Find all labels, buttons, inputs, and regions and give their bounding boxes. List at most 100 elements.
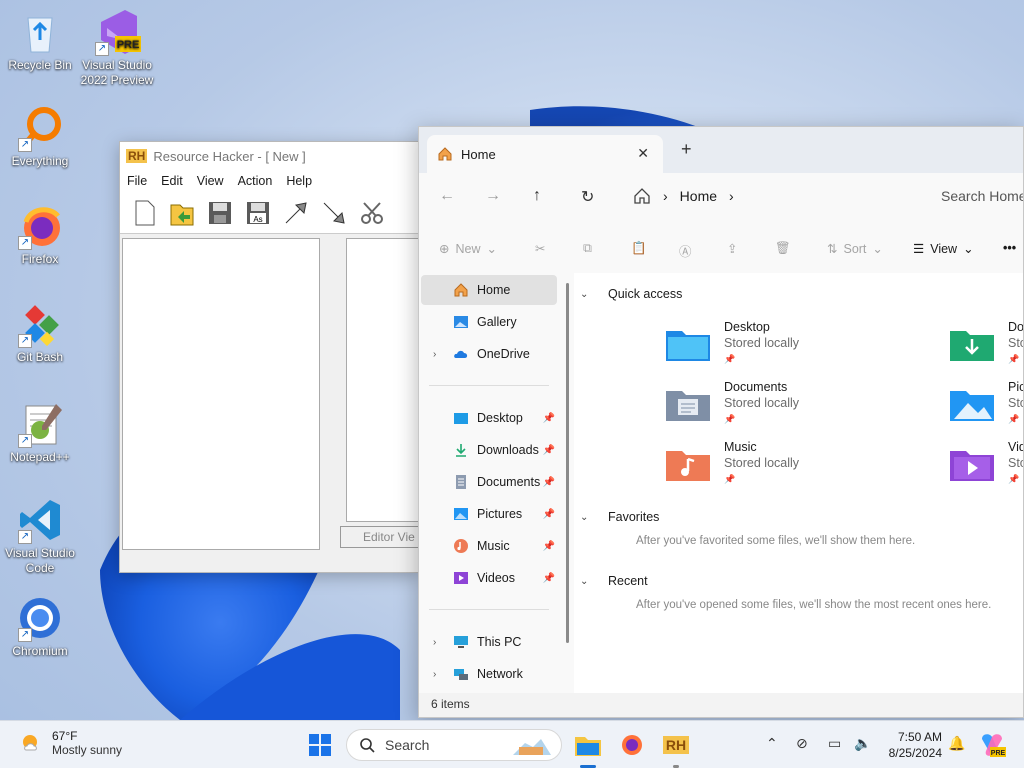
rh-editor-pane[interactable] (346, 238, 422, 522)
nav-item-documents[interactable]: Documents 📌 (421, 467, 557, 497)
explorer-tab-home[interactable]: Home ✕ (427, 135, 663, 173)
compile-button[interactable] (280, 197, 312, 229)
share-button[interactable]: ⇪ (727, 241, 737, 256)
everything-search-icon: ↗ (16, 104, 64, 152)
new-tab-button[interactable]: + (681, 139, 692, 160)
pin-icon: 📌 (724, 354, 736, 364)
explorer-content: ⌄ Quick access Desktop Stored locally 📌 … (574, 273, 1023, 693)
rh-menu-file[interactable]: File (127, 174, 147, 188)
rh-title-bar[interactable]: RH Resource Hacker - [ New ] (120, 142, 418, 170)
rh-editor-view-tab[interactable]: Editor Vie (340, 526, 422, 548)
sun-cloud-icon (23, 735, 37, 751)
refresh-button[interactable]: ↻ (581, 187, 594, 207)
cut-button[interactable] (356, 197, 388, 229)
search-highlight-icon (513, 739, 551, 755)
nav-item-home[interactable]: Home (421, 275, 557, 305)
quick-access-item[interactable]: Vid Sto 📌 (950, 439, 1023, 493)
save-button[interactable] (204, 197, 236, 229)
open-file-button[interactable] (166, 197, 198, 229)
desktop-icon-everything[interactable]: ↗ Everything (0, 104, 80, 169)
desktop-icon-visual-studio[interactable]: PRE ↗ Visual Studio 2022 Preview (77, 8, 157, 88)
taskbar-file-explorer[interactable] (572, 729, 604, 761)
rh-menu-view[interactable]: View (197, 174, 224, 188)
chevron-right-icon[interactable]: › (729, 188, 734, 204)
rename-button[interactable]: Ⓐ (679, 241, 692, 260)
rh-resource-tree[interactable] (122, 238, 320, 550)
desktop-icon-vscode[interactable]: ↗ Visual Studio Code (0, 496, 80, 576)
desktop-icon-chromium[interactable]: ↗ Chromium (0, 594, 80, 659)
rh-menu-edit[interactable]: Edit (161, 174, 183, 188)
quick-access-item[interactable]: Documents Stored locally 📌 (666, 379, 799, 433)
up-button[interactable]: ↑ (533, 187, 541, 205)
taskbar-firefox[interactable] (616, 729, 648, 761)
desktop-icon-notepad-plus-plus[interactable]: ↗ Notepad++ (0, 400, 80, 465)
section-favorites[interactable]: ⌄ Favorites (580, 510, 659, 524)
back-button[interactable]: ← (439, 187, 455, 205)
windows-logo-icon (309, 734, 331, 756)
status-bar-item-count: 6 items (431, 697, 470, 711)
breadcrumb-home[interactable]: Home (680, 188, 717, 204)
quick-access-item[interactable]: Desktop Stored locally 📌 (666, 319, 799, 373)
start-button[interactable] (304, 729, 336, 761)
nav-item-gallery[interactable]: Gallery (421, 307, 557, 337)
chevron-right-icon[interactable]: › (433, 669, 436, 680)
sort-button[interactable]: ⇅ Sort ⌄ (827, 241, 883, 257)
file-explorer-window[interactable]: Home ✕ + ← → ↑ ↻ › Home › Search Home ⊕ … (418, 126, 1024, 718)
clock[interactable]: 7:50 AM 8/25/2024 (878, 729, 942, 761)
desktop-icon-firefox[interactable]: ↗ Firefox (0, 202, 80, 267)
rh-splitter[interactable] (323, 238, 343, 550)
quick-access-item[interactable]: Do Sto 📌 (950, 319, 1023, 373)
chevron-right-icon[interactable]: › (433, 637, 436, 648)
more-options-button[interactable]: ••• (1003, 241, 1016, 255)
nav-item-this-pc[interactable]: › This PC (421, 627, 557, 657)
nav-item-onedrive[interactable]: › OneDrive (421, 339, 557, 369)
nav-divider (429, 385, 549, 386)
volume-icon[interactable]: 🔈 (854, 735, 871, 752)
rh-menu-action[interactable]: Action (238, 174, 273, 188)
taskbar-resource-hacker[interactable]: RH (660, 729, 692, 761)
desktop-icon-git-bash[interactable]: ↗ Git Bash (0, 300, 80, 365)
file-explorer-icon (575, 737, 601, 756)
pin-icon: 📌 (542, 572, 555, 584)
nav-item-pictures[interactable]: Pictures 📌 (421, 499, 557, 529)
nav-item-videos[interactable]: Videos 📌 (421, 563, 557, 593)
nav-item-music[interactable]: Music 📌 (421, 531, 557, 561)
nav-item-desktop[interactable]: Desktop 📌 (421, 403, 557, 433)
quick-access-item[interactable]: Pic Sto 📌 (950, 379, 1023, 433)
chevron-down-icon: ⌄ (872, 242, 883, 256)
rh-menu-help[interactable]: Help (286, 174, 312, 188)
arrow-back-icon (285, 201, 307, 223)
display-icon[interactable]: ▭ (828, 735, 841, 752)
delete-button[interactable]: 🗑 (775, 241, 791, 256)
nav-divider (429, 609, 549, 610)
weather-widget[interactable]: 67°F Mostly sunny (18, 729, 122, 757)
breadcrumb[interactable]: › Home › (621, 180, 909, 212)
export-button[interactable] (318, 197, 350, 229)
view-button[interactable]: ☰ View ⌄ (913, 241, 974, 257)
copy-button[interactable]: ⧉ (583, 241, 592, 256)
section-quick-access[interactable]: ⌄ Quick access (580, 287, 682, 301)
new-file-button[interactable] (128, 197, 160, 229)
chevron-right-icon[interactable]: › (433, 349, 436, 360)
forward-button[interactable]: → (485, 187, 501, 205)
nav-item-network[interactable]: › Network (421, 659, 557, 689)
notifications-bell-icon[interactable]: 🔔 (948, 735, 965, 752)
network-status-icon[interactable]: ⊘ (796, 735, 808, 752)
nav-item-downloads[interactable]: Downloads 📌 (421, 435, 557, 465)
show-hidden-icons-button[interactable]: ⌃ (766, 735, 778, 752)
network-icon (454, 669, 468, 680)
resource-hacker-window[interactable]: RH Resource Hacker - [ New ] File Edit V… (119, 141, 422, 573)
quick-access-item[interactable]: Music Stored locally 📌 (666, 439, 799, 493)
search-input[interactable]: Search Home (917, 180, 1023, 212)
copilot-button[interactable]: PRE (976, 729, 1008, 761)
section-recent[interactable]: ⌄ Recent (580, 574, 648, 588)
desktop-icon-recycle-bin[interactable]: Recycle Bin (0, 8, 80, 73)
new-button[interactable]: ⊕ New ⌄ (439, 241, 497, 257)
taskbar-search[interactable]: Search (346, 729, 562, 761)
close-tab-button[interactable]: ✕ (637, 145, 649, 162)
notepad-plus-plus-icon: ↗ (16, 400, 64, 448)
paste-button[interactable]: 📋 (631, 241, 647, 256)
save-as-button[interactable]: As (242, 197, 274, 229)
nav-scrollbar[interactable] (566, 283, 569, 643)
cut-button[interactable]: ✂ (535, 241, 545, 256)
